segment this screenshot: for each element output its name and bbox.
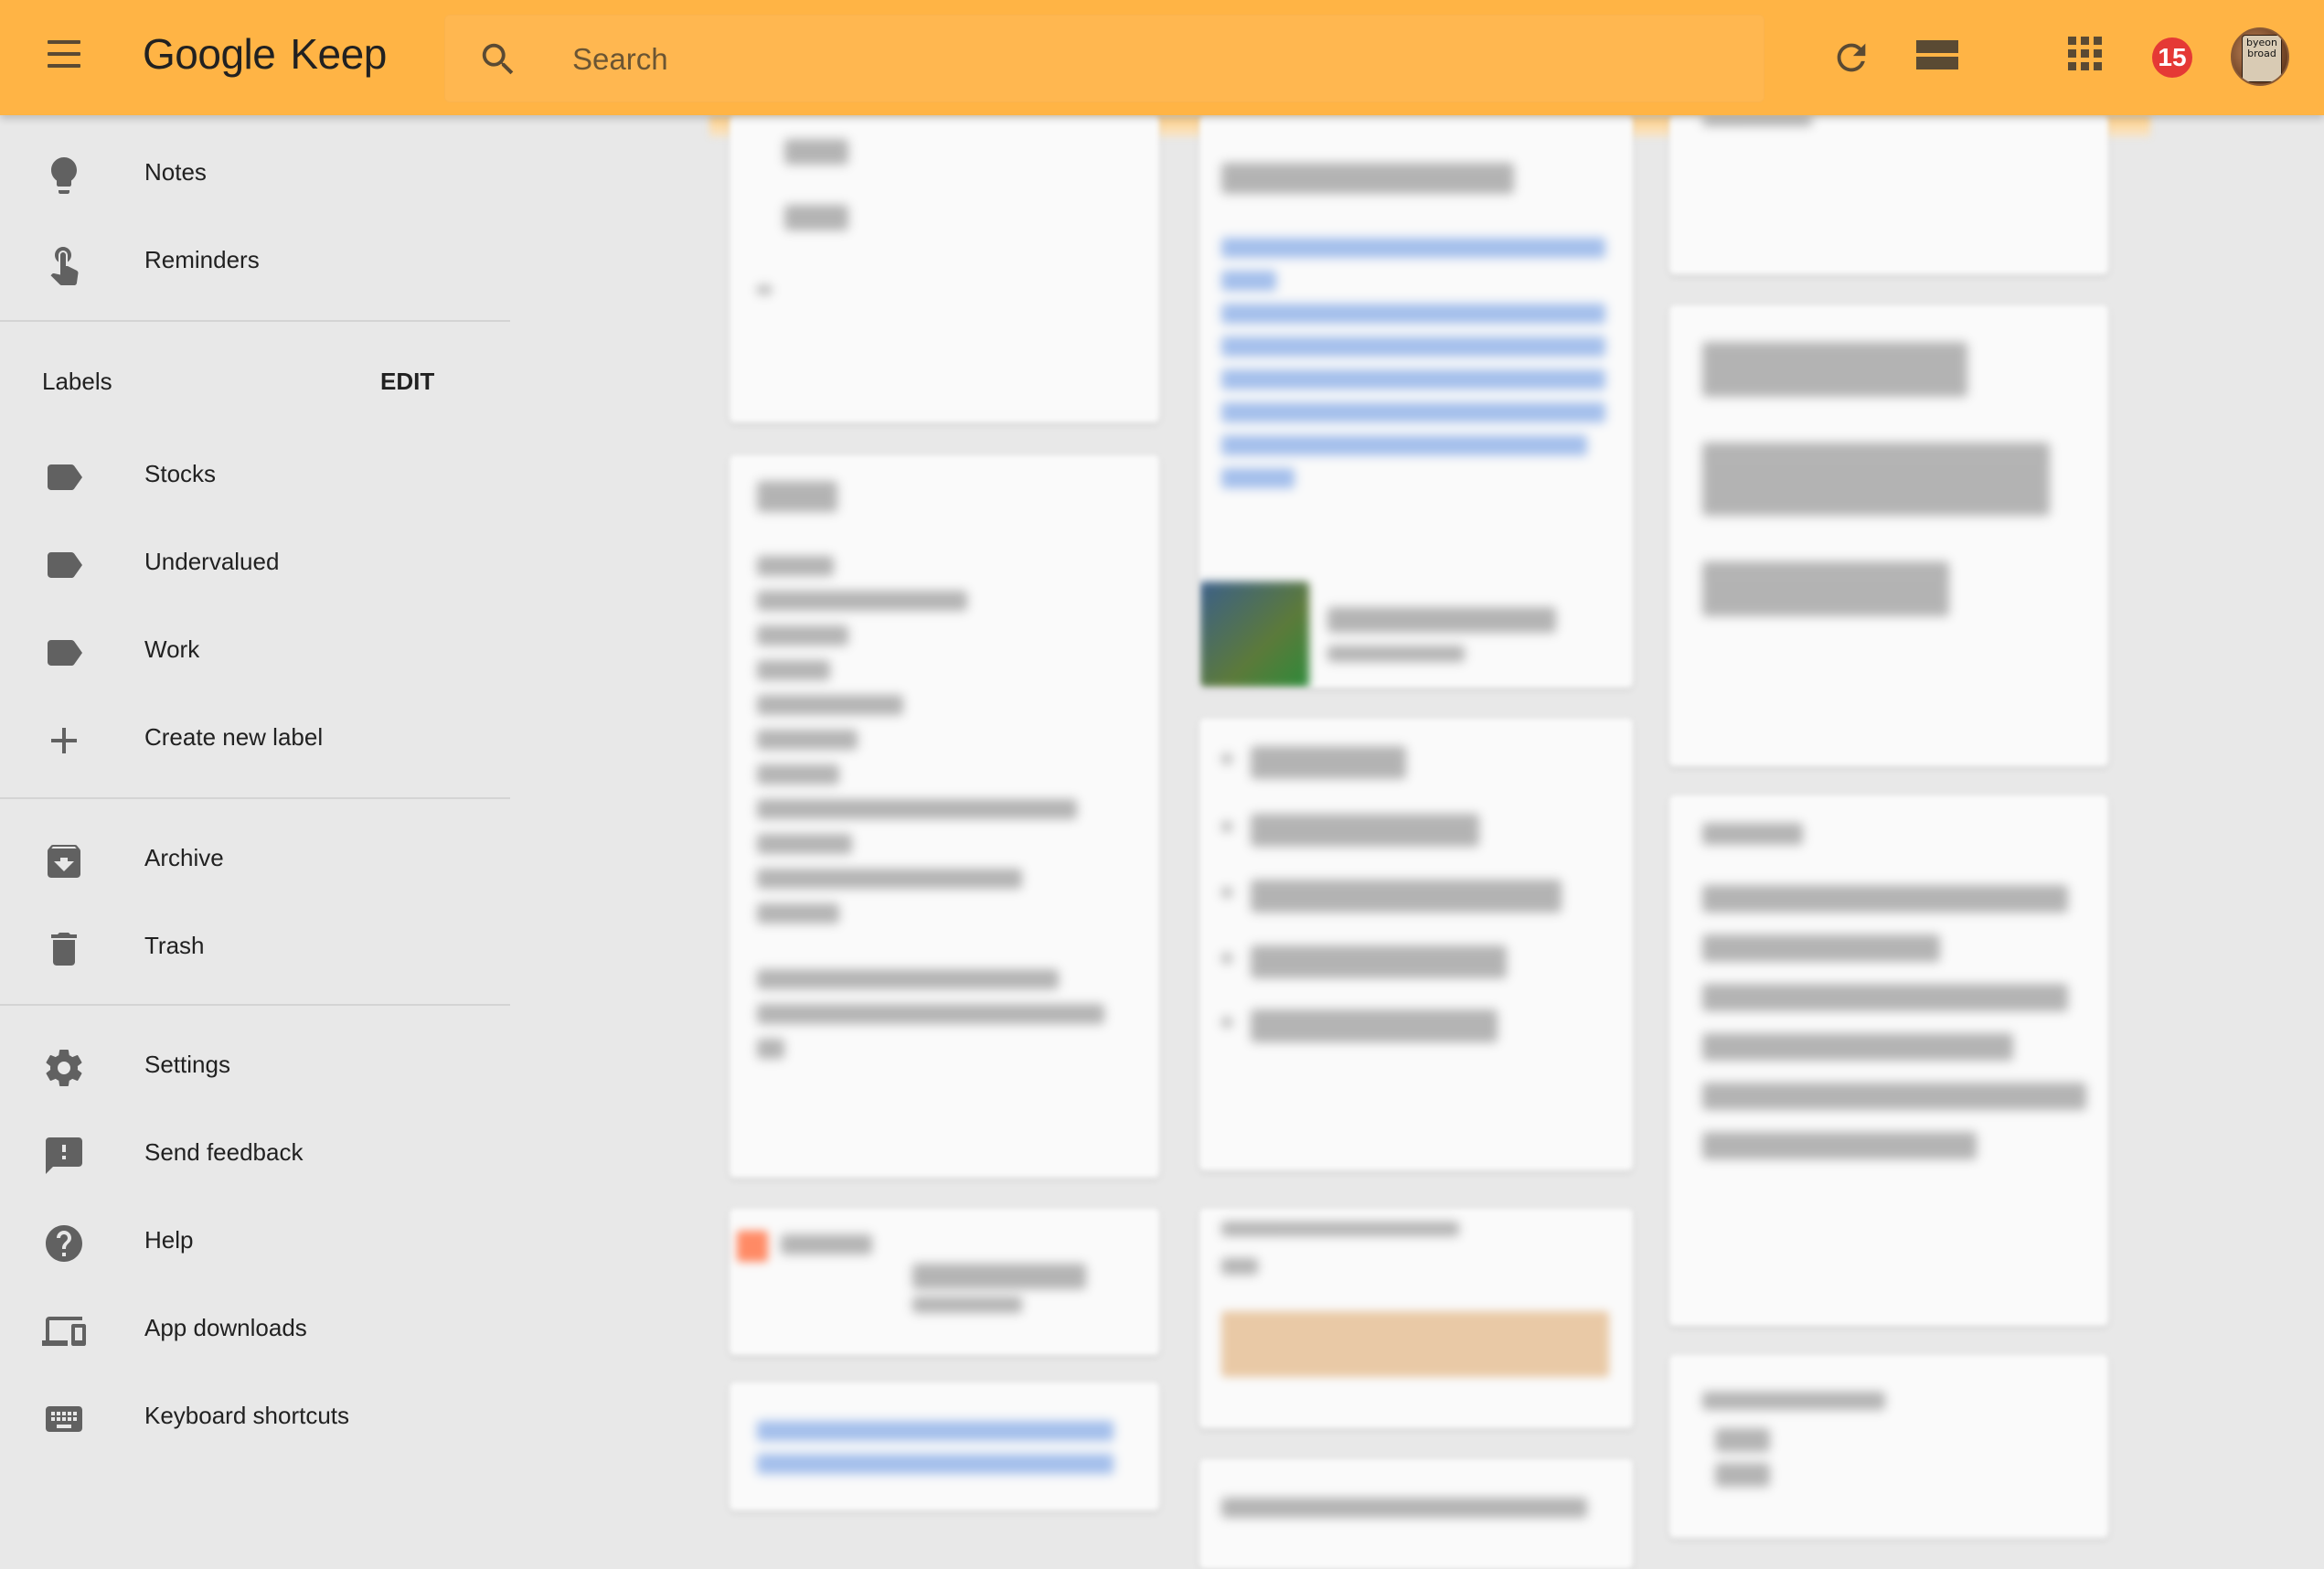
- logo-keep-text: Keep: [290, 30, 387, 78]
- nav-item-archive[interactable]: Archive: [0, 814, 512, 902]
- keyboard-icon: [46, 1406, 82, 1432]
- notifications-badge[interactable]: 15: [2152, 37, 2192, 78]
- note-card[interactable]: [1669, 305, 2108, 766]
- sidebar-divider: [0, 797, 510, 799]
- nav-item-label-work[interactable]: Work: [0, 605, 512, 693]
- note-card[interactable]: [1199, 1459, 1633, 1569]
- top-app-bar: Google Keep Search 15 byeon broad: [0, 0, 2324, 115]
- nav-item-create-label[interactable]: Create new label: [0, 693, 512, 781]
- nav-item-app-downloads[interactable]: App downloads: [0, 1284, 512, 1372]
- note-card[interactable]: [1669, 1355, 2108, 1538]
- note-card[interactable]: [1199, 719, 1633, 1170]
- navigation-drawer: Notes Reminders Labels EDIT Stocks Under…: [0, 115, 512, 1479]
- gear-icon: [46, 1049, 82, 1086]
- google-apps-icon[interactable]: [2068, 37, 2103, 71]
- nav-label-stocks: Stocks: [144, 460, 217, 487]
- note-card[interactable]: [730, 115, 1159, 422]
- trash-icon: [51, 933, 77, 966]
- nav-label-trash: Trash: [144, 932, 205, 959]
- sidebar-divider: [0, 320, 510, 322]
- nav-label-notes: Notes: [144, 158, 207, 186]
- nav-item-trash[interactable]: Trash: [0, 902, 512, 989]
- note-card[interactable]: [1669, 795, 2108, 1326]
- notes-area: [512, 115, 2324, 1569]
- nav-label-undervalued: Undervalued: [144, 548, 280, 575]
- nav-label-settings: Settings: [144, 1051, 230, 1078]
- edit-labels-button[interactable]: EDIT: [375, 364, 440, 400]
- nav-item-label-undervalued[interactable]: Undervalued: [0, 518, 512, 605]
- nav-item-settings[interactable]: Settings: [0, 1020, 512, 1108]
- nav-item-notes[interactable]: Notes: [0, 128, 512, 216]
- reminder-hand-icon: [50, 247, 79, 285]
- nav-item-keyboard-shortcuts[interactable]: Keyboard shortcuts: [0, 1372, 512, 1459]
- note-card[interactable]: [1199, 115, 1633, 688]
- app-logo[interactable]: Google Keep: [143, 29, 387, 86]
- note-card[interactable]: [1669, 115, 2108, 274]
- nav-label-work: Work: [144, 635, 200, 663]
- feedback-icon: [46, 1137, 82, 1174]
- search-icon[interactable]: [477, 38, 519, 80]
- note-card[interactable]: [730, 455, 1159, 1178]
- nav-item-label-stocks[interactable]: Stocks: [0, 430, 512, 518]
- note-card[interactable]: [1199, 1209, 1633, 1428]
- help-icon: [46, 1225, 82, 1262]
- plus-icon: [51, 728, 77, 753]
- labels-heading: Labels: [42, 368, 112, 395]
- label-icon: [48, 552, 82, 578]
- nav-label-archive: Archive: [144, 844, 224, 871]
- nav-item-reminders[interactable]: Reminders: [0, 216, 512, 304]
- nav-label-create-label: Create new label: [144, 723, 324, 751]
- nav-item-help[interactable]: Help: [0, 1196, 512, 1284]
- sidebar-divider: [0, 1004, 510, 1006]
- list-view-icon[interactable]: [1916, 40, 1958, 73]
- main-menu-icon[interactable]: [40, 37, 88, 79]
- refresh-icon[interactable]: [1830, 37, 1872, 79]
- avatar-image-text: byeon broad: [2242, 35, 2282, 82]
- nav-label-help: Help: [144, 1226, 194, 1254]
- nav-label-reminders: Reminders: [144, 246, 260, 273]
- label-icon: [48, 464, 82, 490]
- logo-google-text: Google: [143, 30, 276, 78]
- nav-item-send-feedback[interactable]: Send feedback: [0, 1108, 512, 1196]
- archive-icon: [48, 845, 80, 878]
- search-bar[interactable]: Search: [444, 15, 1764, 102]
- label-icon: [48, 640, 82, 666]
- search-input[interactable]: Search: [572, 38, 668, 80]
- account-avatar[interactable]: byeon broad: [2231, 27, 2289, 86]
- lightbulb-icon: [51, 157, 77, 194]
- note-card[interactable]: [730, 1382, 1159, 1510]
- nav-label-app-downloads: App downloads: [144, 1314, 307, 1341]
- nav-label-keyboard-shortcuts: Keyboard shortcuts: [144, 1402, 350, 1429]
- note-card[interactable]: [730, 1209, 1159, 1355]
- nav-label-send-feedback: Send feedback: [144, 1138, 304, 1166]
- devices-icon: [42, 1317, 86, 1346]
